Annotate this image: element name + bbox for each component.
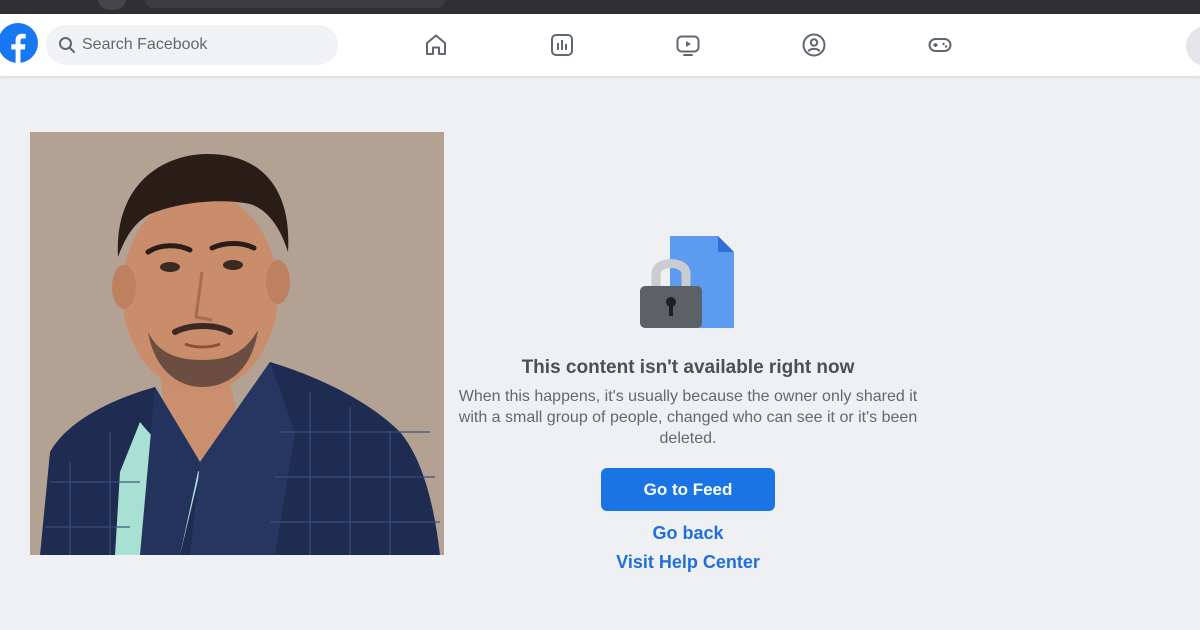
locked-content-icon bbox=[640, 236, 734, 328]
gaming-icon[interactable] bbox=[927, 32, 953, 58]
browser-tab[interactable] bbox=[145, 0, 445, 8]
visit-help-center-link[interactable]: Visit Help Center bbox=[538, 552, 838, 573]
top-navigation-bar: Search Facebook bbox=[0, 14, 1200, 76]
watch-video-icon[interactable] bbox=[675, 32, 701, 58]
facebook-logo-icon[interactable] bbox=[0, 23, 38, 63]
groups-icon[interactable] bbox=[801, 32, 827, 58]
unavailable-title: This content isn't available right now bbox=[521, 357, 855, 378]
page: Search Facebook This content isn't avail… bbox=[0, 0, 1200, 630]
home-icon[interactable] bbox=[423, 32, 449, 58]
news-feed-icon[interactable] bbox=[549, 32, 575, 58]
person-portrait-image bbox=[30, 132, 444, 555]
search-input[interactable]: Search Facebook bbox=[82, 36, 207, 54]
account-avatar[interactable] bbox=[1186, 26, 1200, 66]
go-to-feed-button[interactable]: Go to Feed bbox=[601, 468, 775, 511]
search-box[interactable]: Search Facebook bbox=[46, 25, 338, 65]
go-back-link[interactable]: Go back bbox=[538, 523, 838, 544]
unavailable-description: When this happens, it's usually because … bbox=[458, 388, 918, 447]
search-icon bbox=[59, 37, 75, 53]
browser-tab-button[interactable] bbox=[98, 0, 126, 10]
profile-photo bbox=[30, 132, 444, 555]
browser-tab-strip bbox=[0, 0, 1200, 14]
